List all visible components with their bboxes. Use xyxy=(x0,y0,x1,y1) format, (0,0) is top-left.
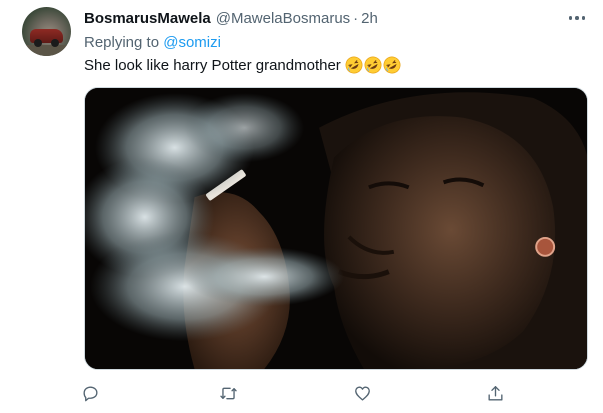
reply-button[interactable] xyxy=(72,378,108,408)
tweet-time[interactable]: 2h xyxy=(361,10,378,27)
replying-to-handle-link[interactable]: @somizi xyxy=(163,34,221,51)
tweet-header: BosmarusMawela @MawelaBosmarus · 2h xyxy=(84,10,378,30)
replying-prefix: Replying to xyxy=(84,34,164,51)
rolling-on-floor-laughing-emoji xyxy=(345,56,363,74)
retweet-icon xyxy=(219,387,237,399)
more-options-icon[interactable] xyxy=(564,8,590,28)
avatar-car xyxy=(30,29,63,47)
author-name[interactable]: BosmarusMawela xyxy=(84,10,211,27)
separator-dot: · xyxy=(353,10,359,27)
author-handle[interactable]: @MawelaBosmarus xyxy=(216,10,350,27)
photo-smoking-woman xyxy=(85,88,587,369)
avatar-ground xyxy=(22,45,71,56)
retweet-button[interactable] xyxy=(210,378,246,408)
avatar[interactable] xyxy=(22,7,71,56)
tweet-photo[interactable] xyxy=(84,87,588,370)
tweet-text-line: She look like harry Potter grandmother xyxy=(84,56,401,74)
action-bar xyxy=(70,378,510,408)
tweet[interactable]: BosmarusMawela @MawelaBosmarus · 2h Repl… xyxy=(0,0,603,413)
tweet-text: She look like harry Potter grandmother xyxy=(84,56,341,74)
heart-icon xyxy=(354,385,370,401)
share-icon xyxy=(487,385,503,401)
rolling-on-floor-laughing-emoji xyxy=(383,56,401,74)
like-button[interactable] xyxy=(344,378,380,408)
reply-icon xyxy=(82,385,98,401)
share-button[interactable] xyxy=(477,378,513,408)
replying-to: Replying to @somizi xyxy=(84,34,221,51)
emoji-group xyxy=(345,56,401,74)
rolling-on-floor-laughing-emoji xyxy=(364,56,382,74)
